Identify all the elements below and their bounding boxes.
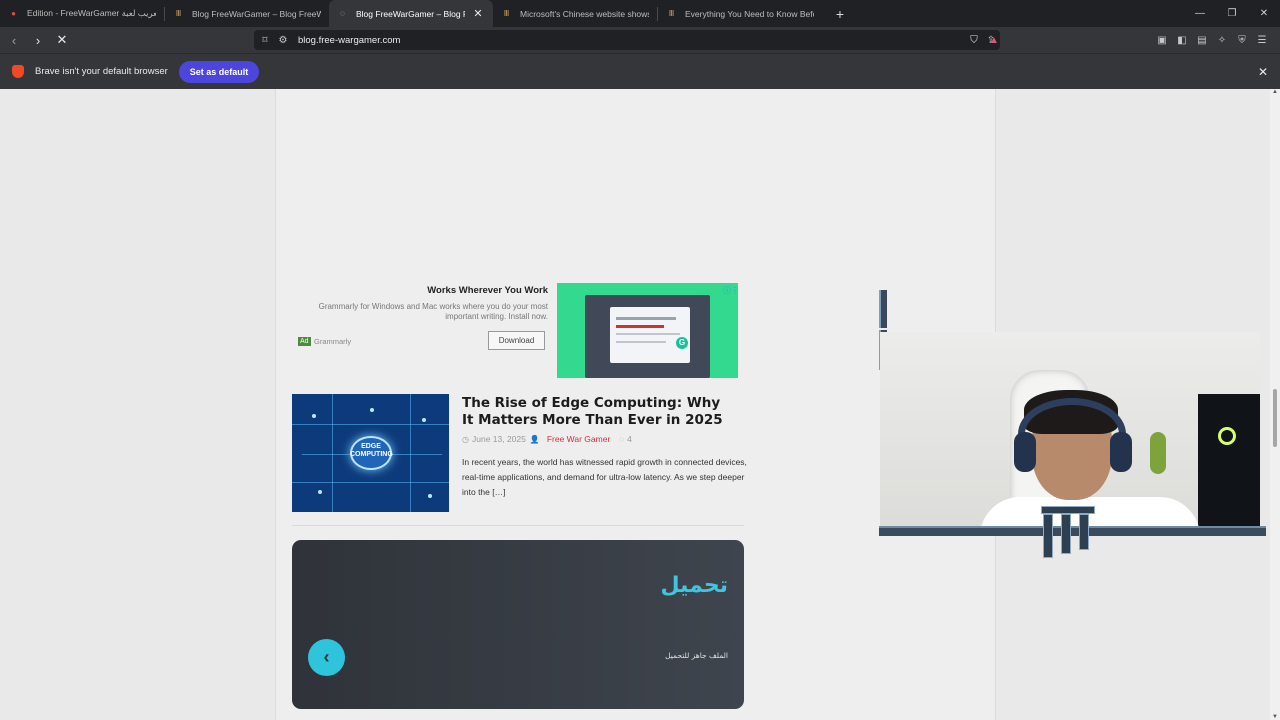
site-info-icon[interactable]: ⚙	[274, 35, 292, 46]
close-infobar-icon[interactable]: ✕	[1258, 65, 1268, 79]
wallet-icon[interactable]: ▤	[1192, 35, 1212, 46]
minimize-icon[interactable]: —	[1184, 0, 1216, 27]
webcam-overlay	[880, 332, 1260, 526]
brave-shield-icon[interactable]: ⛉	[964, 35, 984, 46]
ad-description: Grammarly for Windows and Mac works wher…	[318, 302, 548, 322]
rgb-fan	[1218, 427, 1236, 445]
sidebar-icon[interactable]: ◧	[1172, 35, 1192, 46]
scroll-down-icon[interactable]: ▼	[1272, 714, 1278, 720]
back-icon[interactable]: ‹	[4, 30, 24, 50]
page-scrollbar[interactable]: ▲ ▼	[1270, 89, 1280, 720]
adchoices-icon[interactable]: ⓘ⋮	[723, 285, 739, 296]
url-text[interactable]: blog.free-wargamer.com	[298, 35, 982, 46]
grammarly-ad[interactable]: Works Wherever You Work Grammarly for Wi…	[296, 283, 741, 381]
tab-3-active[interactable]: ◌ Blog FreeWarGamer – Blog FreeW ✕	[329, 0, 493, 27]
default-browser-infobar: Brave isn't your default browser Set as …	[0, 53, 1280, 89]
ad-brand: Grammarly	[314, 337, 352, 346]
ad-headline[interactable]: Works Wherever You Work	[427, 285, 548, 296]
brave-lion-icon	[12, 65, 24, 78]
tab-title: Blog FreeWarGamer – Blog FreeW	[356, 8, 465, 19]
comment-icon: ◌	[619, 434, 625, 444]
scroll-up-icon[interactable]: ▲	[1272, 89, 1278, 95]
tab-bar: ● Edition - FreeWarGamer تعريب لعبة Ⅲ Bl…	[0, 0, 1280, 27]
tab-title: Everything You Need to Know Before	[685, 8, 814, 19]
comment-count[interactable]: 4	[627, 434, 632, 444]
ad-badge: Ad	[298, 337, 311, 346]
download-subtitle: الملف جاهز للتحميل	[665, 651, 728, 660]
address-bar[interactable]: ⌑ ⚙ blog.free-wargamer.com ⇪	[254, 30, 1000, 50]
tab-4[interactable]: Ⅲ Microsoft's Chinese website shows a	[493, 0, 657, 27]
article-meta: ◷ June 13, 2025 👤 Free War Gamer ◌ 4	[462, 434, 632, 444]
pc-case	[1198, 394, 1260, 526]
restore-icon[interactable]: ❐	[1216, 0, 1248, 27]
tab-title: Blog FreeWarGamer – Blog FreeWarG	[192, 8, 321, 19]
forward-icon[interactable]: ›	[28, 30, 48, 50]
headset-earcup	[1110, 432, 1132, 472]
site-favicon-icon: Ⅲ	[668, 9, 675, 18]
site-favicon-icon: Ⅲ	[503, 9, 510, 18]
grammarly-logo-icon: G	[676, 337, 688, 349]
article-author-link[interactable]: Free War Gamer	[547, 434, 610, 444]
loading-favicon-icon: ◌	[340, 9, 345, 18]
clock-icon: ◷	[462, 434, 469, 444]
brave-rewards-icon[interactable]: ▲	[984, 35, 1004, 46]
ad-screenshot-card	[610, 307, 690, 363]
toolbar-right-icons: ▣ ◧ ▤ ✧ ⛨ ☰	[1152, 27, 1272, 53]
article-divider	[292, 525, 744, 526]
site-favicon-icon: Ⅲ	[175, 9, 182, 18]
vpn-icon[interactable]: ⛨	[1232, 35, 1252, 46]
headset-earcup	[1014, 432, 1036, 472]
article-date[interactable]: June 13, 2025	[472, 434, 526, 444]
user-icon: 👤	[529, 434, 540, 444]
close-tab-icon[interactable]: ✕	[471, 7, 485, 20]
browser-toolbar: ‹ › ✕ ⌑ ⚙ blog.free-wargamer.com ⇪ ⛉ ▲ ▣…	[0, 27, 1280, 53]
new-tab-icon[interactable]: +	[828, 6, 852, 22]
media-icon[interactable]: ▣	[1152, 35, 1172, 46]
infobar-message: Brave isn't your default browser	[35, 66, 168, 77]
shield-area: ⛉ ▲	[964, 27, 1004, 53]
article-title-link[interactable]: The Rise of Edge Computing: Why It Matte…	[462, 395, 732, 430]
tab-title: Edition - FreeWarGamer تعريب لعبة	[27, 8, 156, 18]
menu-icon[interactable]: ☰	[1252, 35, 1272, 46]
article-card: EDGE COMPUTING The Rise of Edge Computing…	[292, 394, 747, 527]
cactus-plant	[1150, 432, 1166, 474]
tab-5[interactable]: Ⅲ Everything You Need to Know Before	[658, 0, 822, 27]
leo-ai-icon[interactable]: ✧	[1212, 35, 1232, 46]
overlay-frame-decor	[879, 290, 887, 328]
tab-1[interactable]: ● Edition - FreeWarGamer تعريب لعبة	[0, 0, 164, 27]
brave-favicon-icon: ●	[11, 9, 16, 18]
article-excerpt: In recent years, the world has witnessed…	[462, 457, 747, 497]
channel-logo-icon	[1037, 500, 1099, 560]
ad-download-button[interactable]: Download	[488, 331, 545, 350]
tab-title: Microsoft's Chinese website shows a	[520, 8, 649, 19]
download-arrow-button[interactable]: ‹	[308, 639, 345, 676]
bookmark-icon[interactable]: ⌑	[256, 35, 274, 46]
stop-loading-icon[interactable]: ✕	[52, 30, 72, 50]
close-window-icon[interactable]: ✕	[1248, 0, 1280, 27]
thumbnail-caption: EDGE COMPUTING	[350, 443, 393, 458]
set-default-button[interactable]: Set as default	[178, 60, 260, 83]
scrollbar-thumb[interactable]	[1273, 389, 1277, 447]
article-thumbnail[interactable]: EDGE COMPUTING	[292, 394, 449, 512]
ad-image[interactable]: G	[557, 283, 738, 378]
download-title: تحميل	[660, 573, 728, 598]
download-box: تحميل الملف جاهز للتحميل ‹	[292, 540, 744, 709]
tab-2[interactable]: Ⅲ Blog FreeWarGamer – Blog FreeWarG	[165, 0, 329, 27]
page-viewport: Works Wherever You Work Grammarly for Wi…	[0, 89, 1270, 720]
window-controls: — ❐ ✕	[1184, 0, 1280, 27]
